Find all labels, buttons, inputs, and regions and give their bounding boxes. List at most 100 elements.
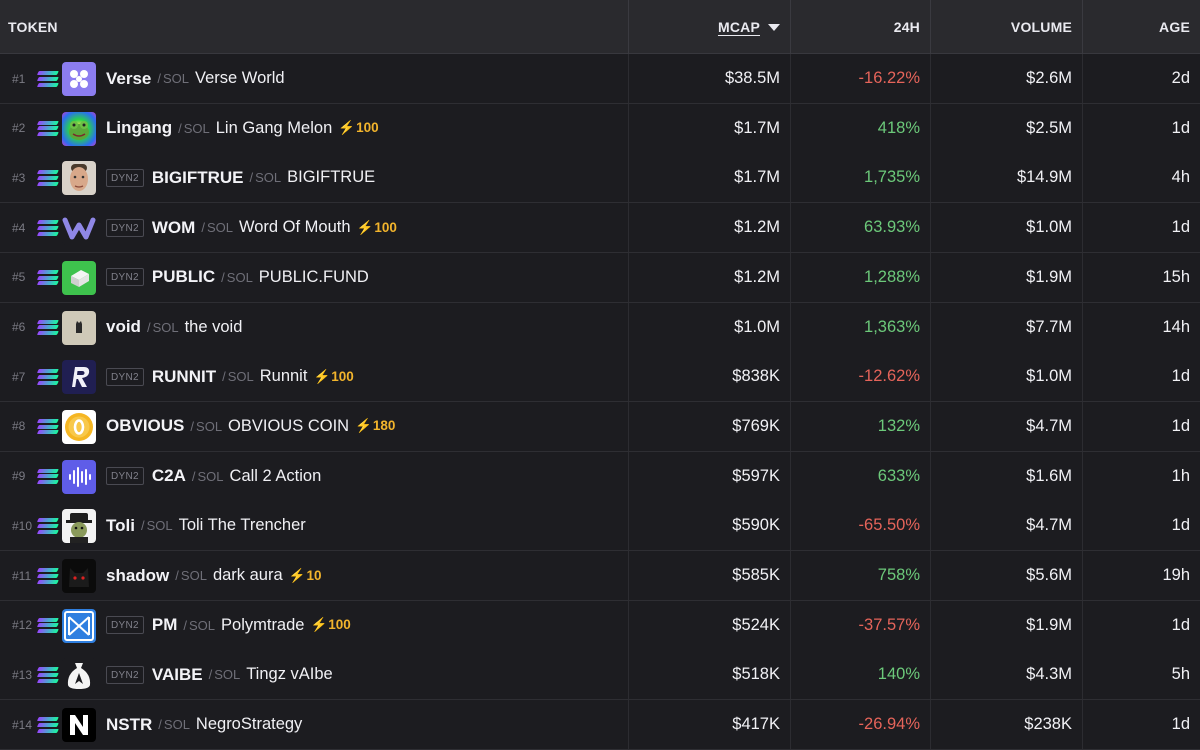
token-cell[interactable]: #4 DYN2 WOM / SOL Word Of Mouth ⚡100 <box>0 203 628 252</box>
table-row[interactable]: #14 NSTR / SOL NegroStrategy $417K -26.94% $238… <box>0 700 1200 750</box>
coin-icon[interactable] <box>62 409 96 444</box>
token-symbol[interactable]: NSTR <box>106 715 152 735</box>
header-mcap-label[interactable]: MCAP <box>718 19 760 35</box>
token-cell[interactable]: #11 shadow / SOL dark aura ⚡10 <box>0 551 628 600</box>
token-name[interactable]: the void <box>185 318 243 337</box>
mcap-cell: $417K <box>628 700 790 750</box>
token-name[interactable]: Word Of Mouth <box>239 218 351 237</box>
solana-icon <box>37 319 59 336</box>
token-name[interactable]: Polymtrade <box>221 616 304 635</box>
solana-icon <box>37 717 59 733</box>
header-token[interactable]: TOKEN <box>0 0 628 54</box>
chain-label: SOL <box>180 568 207 583</box>
token-name[interactable]: Call 2 Action <box>230 467 322 486</box>
token-cell[interactable]: #2 Lingang / SOL Lin Gang Melon ⚡100 <box>0 104 628 153</box>
header-volume[interactable]: VOLUME <box>930 0 1082 54</box>
token-name[interactable]: PUBLIC.FUND <box>259 268 369 287</box>
change-24h-cell: 132% <box>790 401 930 451</box>
table-row[interactable]: #13 DYN2 VAIBE / SOL Tingz vAIbe $518K 140% $4.3… <box>0 650 1200 701</box>
character-icon[interactable] <box>62 509 96 544</box>
bowtie-icon[interactable] <box>62 608 96 643</box>
token-cell[interactable]: #8 OBVIOUS / SOL OBVIOUS COIN ⚡180 <box>0 402 628 451</box>
token-symbol[interactable]: PUBLIC <box>152 267 215 287</box>
token-cell[interactable]: #3 DYN2 BIGIFTRUE / SOL BIGIFTRUE <box>0 153 628 202</box>
cat-icon[interactable] <box>62 310 96 345</box>
token-symbol[interactable]: OBVIOUS <box>106 416 184 436</box>
token-cell[interactable]: #14 NSTR / SOL NegroStrategy <box>0 700 628 749</box>
moneybag-icon[interactable] <box>62 658 96 693</box>
token-cell[interactable]: #5 DYN2 PUBLIC / SOL PUBLIC.FUND <box>0 253 628 302</box>
token-info: DYN2 WOM / SOL Word Of Mouth ⚡100 <box>106 203 397 252</box>
token-cell[interactable]: #6 void / SOL the void <box>0 303 628 352</box>
table-row[interactable]: #8 OBVIOUS / SOL OBVIOUS COIN ⚡180 $769K 132% $4… <box>0 401 1200 452</box>
token-info: DYN2 C2A / SOL Call 2 Action <box>106 452 321 501</box>
lightning-icon: ⚡ <box>338 120 356 136</box>
token-name[interactable]: NegroStrategy <box>196 715 302 734</box>
token-symbol[interactable]: Lingang <box>106 118 172 138</box>
token-symbol[interactable]: BIGIFTRUE <box>152 168 244 188</box>
waveform-icon[interactable] <box>62 459 96 494</box>
age-cell: 1d <box>1082 700 1200 750</box>
boost-badge: ⚡100 <box>310 617 350 633</box>
token-symbol[interactable]: C2A <box>152 466 186 486</box>
token-symbol[interactable]: WOM <box>152 218 195 238</box>
token-symbol[interactable]: Toli <box>106 516 135 536</box>
r-logo-icon[interactable] <box>62 360 96 395</box>
token-cell[interactable]: #10 Toli / SOL Toli The Trencher <box>0 501 628 550</box>
header-24h[interactable]: 24H <box>790 0 930 54</box>
token-symbol[interactable]: RUNNIT <box>152 367 216 387</box>
table-row[interactable]: #12 DYN2 PM / SOL Polymtrade ⚡100 $524K -37.57% $… <box>0 600 1200 651</box>
table-row[interactable]: #9 DYN2 C2A / SOL Call 2 Action $597K 633% $1.6M… <box>0 451 1200 502</box>
table-row[interactable]: #5 DYN2 PUBLIC / SOL PUBLIC.FUND $1.2M 1,288% $1… <box>0 252 1200 303</box>
token-cell[interactable]: #1 Verse / SOL Verse World <box>0 54 628 103</box>
face-icon[interactable] <box>62 161 96 196</box>
rank-label: #8 <box>12 419 26 434</box>
verse-icon[interactable] <box>62 62 96 96</box>
rank-label: #2 <box>12 121 26 136</box>
header-age[interactable]: AGE <box>1082 0 1200 54</box>
token-cell[interactable]: #9 DYN2 C2A / SOL Call 2 Action <box>0 452 628 501</box>
token-cell[interactable]: #7 DYN2 RUNNIT / SOL Runnit ⚡100 <box>0 352 628 401</box>
token-info: shadow / SOL dark aura ⚡10 <box>106 551 322 600</box>
n-logo-icon[interactable] <box>62 708 96 743</box>
table-row[interactable]: #2 Lingang / SOL Lin Gang Melon ⚡100 $1.7M 418%… <box>0 103 1200 154</box>
chain-label: SOL <box>226 269 253 285</box>
token-symbol[interactable]: void <box>106 317 141 337</box>
token-symbol[interactable]: VAIBE <box>152 665 203 685</box>
table-row[interactable]: #3 DYN2 BIGIFTRUE / SOL BIGIFTRUE $1.7M 1,735% $… <box>0 153 1200 204</box>
token-name[interactable]: BIGIFTRUE <box>287 168 375 187</box>
sort-desc-icon[interactable] <box>768 23 780 31</box>
chain-tag: / SOL <box>222 369 254 385</box>
shadow-cat-icon[interactable] <box>62 559 96 593</box>
table-row[interactable]: #11 shadow / SOL dark aura ⚡10 $585K 758% $5.6M 1… <box>0 551 1200 601</box>
table-row[interactable]: #4 DYN2 WOM / SOL Word Of Mouth ⚡100 $1.2M 63.93… <box>0 203 1200 254</box>
cube-icon[interactable] <box>62 260 96 295</box>
token-symbol[interactable]: shadow <box>106 566 169 586</box>
frog-icon[interactable] <box>62 111 96 146</box>
table-row[interactable]: #1 Verse / SOL Verse World $38.5M -16.22% $2.6M… <box>0 54 1200 104</box>
header-mcap[interactable]: MCAP <box>628 0 790 54</box>
change-24h-cell: 418% <box>790 103 930 153</box>
w-logo-icon[interactable] <box>62 211 96 246</box>
token-name[interactable]: Toli The Trencher <box>179 516 306 535</box>
table-row[interactable]: #6 void / SOL the void $1.0M 1,363% $7.7M 14h <box>0 302 1200 353</box>
token-name[interactable]: OBVIOUS COIN <box>228 417 349 436</box>
token-name[interactable]: Verse World <box>195 69 285 88</box>
token-symbol[interactable]: Verse <box>106 69 151 89</box>
token-name[interactable]: Tingz vAIbe <box>246 665 333 684</box>
table-row[interactable]: #10 Toli / SOL Toli The Trencher $590K -65.50%… <box>0 501 1200 552</box>
token-name[interactable]: Lin Gang Melon <box>216 119 333 138</box>
token-info: Verse / SOL Verse World <box>106 54 285 103</box>
token-cell[interactable]: #12 DYN2 PM / SOL Polymtrade ⚡100 <box>0 601 628 650</box>
table-row[interactable]: #7 DYN2 RUNNIT / SOL Runnit ⚡100 $838K -12.62% $1… <box>0 352 1200 403</box>
mcap-cell: $524K <box>628 600 790 650</box>
age-cell: 5h <box>1082 650 1200 700</box>
token-symbol[interactable]: PM <box>152 615 178 635</box>
change-24h-cell: -26.94% <box>790 700 930 750</box>
age-cell: 1d <box>1082 501 1200 551</box>
mcap-cell: $1.7M <box>628 103 790 153</box>
chain-tag: / SOL <box>183 617 216 633</box>
token-cell[interactable]: #13 DYN2 VAIBE / SOL Tingz vAIbe <box>0 650 628 699</box>
token-name[interactable]: Runnit <box>260 367 308 386</box>
token-name[interactable]: dark aura <box>213 566 283 585</box>
